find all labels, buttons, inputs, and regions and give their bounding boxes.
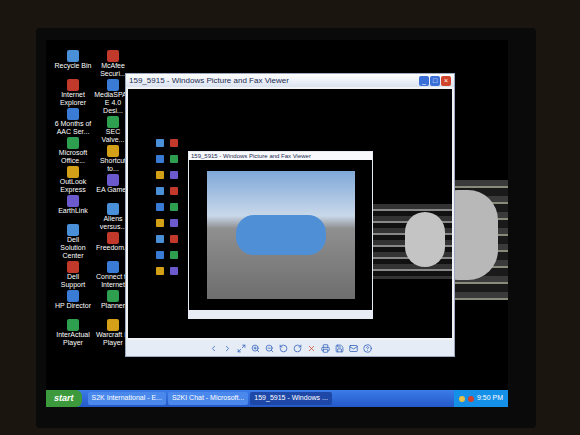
nested-icon bbox=[156, 155, 164, 163]
toolbar-icon[interactable] bbox=[237, 344, 246, 353]
nested-icon bbox=[170, 139, 178, 147]
window-control[interactable]: □ bbox=[430, 76, 440, 86]
desktop-icon-label: Microsoft Office... bbox=[54, 149, 92, 165]
program-icon bbox=[107, 290, 119, 302]
nested-icon bbox=[170, 219, 178, 227]
program-icon bbox=[107, 79, 119, 91]
desktop-icon-label: Dell Solution Center bbox=[54, 236, 92, 260]
system-tray: 9:50 PM bbox=[454, 390, 508, 407]
clock: 9:50 PM bbox=[477, 393, 503, 404]
program-icon bbox=[67, 224, 79, 236]
program-icon bbox=[67, 50, 79, 62]
taskbar-button[interactable]: S2K International - E... bbox=[88, 392, 166, 405]
desktop-icon[interactable]: EarthLink bbox=[54, 195, 92, 223]
nested-icon bbox=[170, 187, 178, 195]
desktop-icon[interactable]: Dell Support bbox=[54, 261, 92, 289]
program-icon bbox=[67, 108, 79, 120]
toolbar-icon[interactable] bbox=[223, 344, 232, 353]
nested-icon bbox=[170, 251, 178, 259]
desktop-icon-label: EarthLink bbox=[54, 207, 92, 215]
toolbar-icon[interactable] bbox=[293, 344, 302, 353]
nested-icon bbox=[170, 171, 178, 179]
car-photo bbox=[207, 171, 355, 299]
desktop-icon-label: HP Director bbox=[54, 302, 92, 310]
toolbar-icon[interactable] bbox=[335, 344, 344, 353]
program-icon bbox=[107, 174, 119, 186]
nested-icon bbox=[170, 155, 178, 163]
desktop-icon-label: 6 Months of AAC Ser... bbox=[54, 120, 92, 136]
toolbar-icon[interactable] bbox=[209, 344, 218, 353]
program-icon bbox=[107, 116, 119, 128]
icon-column: Recycle Bin Internet Explorer 6 Months of … bbox=[54, 50, 92, 390]
desktop-icon[interactable]: InterActual Player bbox=[54, 319, 92, 347]
toolbar-icon[interactable] bbox=[321, 344, 330, 353]
picture-area: 159_5915 - Windows Picture and Fax Viewe… bbox=[128, 89, 452, 338]
nested-icon bbox=[170, 267, 178, 275]
program-icon bbox=[107, 203, 119, 215]
program-icon bbox=[107, 50, 119, 62]
desktop-icon-label: InterActual Player bbox=[54, 331, 92, 347]
program-icon bbox=[67, 195, 79, 207]
taskbar-button[interactable]: 159_5915 - Windows ... bbox=[250, 392, 332, 405]
nested-icon bbox=[156, 235, 164, 243]
desktop-icon-label: Dell Support bbox=[54, 273, 92, 289]
toolbar-icon[interactable] bbox=[265, 344, 274, 353]
desktop-icon-label: OutLook Express bbox=[54, 178, 92, 194]
nested-icon bbox=[156, 139, 164, 147]
nested-window-title: 159_5915 - Windows Picture and Fax Viewe… bbox=[191, 153, 311, 160]
desktop-icon-label: Recycle Bin bbox=[54, 62, 92, 70]
monitor-bezel: Recycle Bin Internet Explorer 6 Months of … bbox=[36, 28, 536, 428]
program-icon bbox=[67, 137, 79, 149]
desktop-icon[interactable]: Dell Solution Center bbox=[54, 224, 92, 260]
program-icon bbox=[107, 232, 119, 244]
toolbar-icon[interactable] bbox=[279, 344, 288, 353]
taskbar-button[interactable]: S2KI Chat - Microsoft... bbox=[168, 392, 248, 405]
desktop-icon[interactable]: 6 Months of AAC Ser... bbox=[54, 108, 92, 136]
nested-window: 159_5915 - Windows Picture and Fax Viewe… bbox=[188, 151, 373, 319]
screen: Recycle Bin Internet Explorer 6 Months of … bbox=[46, 40, 508, 407]
nested-icon bbox=[156, 203, 164, 211]
desktop-icon-label: Internet Explorer bbox=[54, 91, 92, 107]
window-title: 159_5915 - Windows Picture and Fax Viewe… bbox=[129, 75, 289, 87]
desktop-icon[interactable]: Microsoft Office... bbox=[54, 137, 92, 165]
photo: Recycle Bin Internet Explorer 6 Months of … bbox=[0, 0, 580, 435]
nested-icon bbox=[156, 267, 164, 275]
nested-icons bbox=[156, 139, 178, 275]
nested-icon bbox=[170, 203, 178, 211]
nested-icon bbox=[156, 171, 164, 179]
toolbar-icon[interactable] bbox=[251, 344, 260, 353]
program-icon bbox=[67, 166, 79, 178]
toolbar-icon[interactable] bbox=[307, 344, 316, 353]
nested-icon bbox=[156, 219, 164, 227]
program-icon bbox=[67, 319, 79, 331]
program-icon bbox=[67, 79, 79, 91]
toolbar-icon[interactable] bbox=[349, 344, 358, 353]
title-bar[interactable]: 159_5915 - Windows Picture and Fax Viewe… bbox=[126, 74, 454, 87]
tray-icon[interactable] bbox=[468, 396, 474, 402]
toolbar-icon[interactable] bbox=[363, 344, 372, 353]
desktop-icon[interactable]: Internet Explorer bbox=[54, 79, 92, 107]
program-icon bbox=[67, 261, 79, 273]
nested-icon bbox=[156, 187, 164, 195]
window-control[interactable]: _ bbox=[419, 76, 429, 86]
viewer-window[interactable]: 159_5915 - Windows Picture and Fax Viewe… bbox=[125, 73, 455, 357]
desktop-icon[interactable]: HP Director bbox=[54, 290, 92, 318]
desktop-icon[interactable]: Recycle Bin bbox=[54, 50, 92, 78]
start-button[interactable]: start bbox=[46, 390, 82, 407]
desktop-icon[interactable]: OutLook Express bbox=[54, 166, 92, 194]
viewer-toolbar bbox=[126, 340, 454, 356]
program-icon bbox=[107, 319, 119, 331]
program-icon bbox=[107, 261, 119, 273]
window-control[interactable]: × bbox=[441, 76, 451, 86]
program-icon bbox=[107, 145, 119, 157]
taskbar: start S2K International - E...S2KI Chat -… bbox=[46, 390, 508, 407]
nested-icon bbox=[170, 235, 178, 243]
tray-icon[interactable] bbox=[459, 396, 465, 402]
nested-icon bbox=[156, 251, 164, 259]
program-icon bbox=[67, 290, 79, 302]
